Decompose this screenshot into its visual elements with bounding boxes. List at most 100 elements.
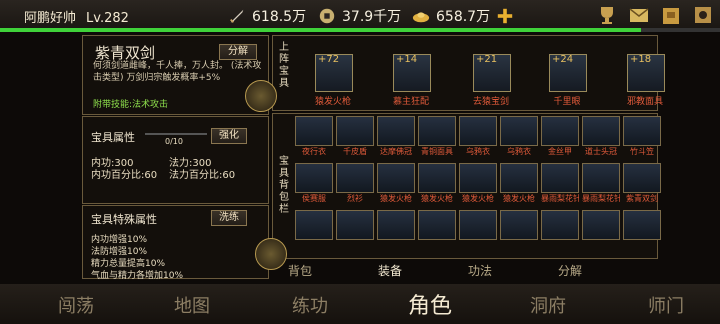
- bag-slot[interactable]: 竹斗笠: [623, 116, 661, 163]
- bag-slot[interactable]: [418, 210, 456, 257]
- bag-slot[interactable]: 侯赛服: [295, 163, 333, 210]
- sub-tabs: 背包 装备 功法 分解: [270, 262, 670, 278]
- enhance-level: +18: [630, 54, 652, 65]
- bag-slot[interactable]: 猿发火枪: [377, 163, 415, 210]
- equipped-slot[interactable]: +21: [473, 54, 511, 92]
- item-description: 何须剑道雌峰，千人捧，万人封。 (法术攻击类型) 万剑归宗触发概率+5%: [93, 61, 262, 83]
- equipped-slot[interactable]: +14: [393, 54, 431, 92]
- ingot-value: 658.7万: [436, 9, 491, 25]
- item-attribute-panel: 宝具属性 0/10 强化 内功:300 法力:300 内功百分比:60 法力百分…: [82, 116, 269, 204]
- tab-skills[interactable]: 功法: [468, 262, 492, 279]
- bag-slot[interactable]: 紫青双剑: [623, 163, 661, 210]
- bag-slot[interactable]: 猿发火枪: [418, 163, 456, 210]
- nav-character[interactable]: 角色: [400, 288, 460, 320]
- settings-icon[interactable]: [692, 4, 714, 26]
- bag-slot[interactable]: 暴雨梨花针: [582, 163, 620, 210]
- collapse-icon[interactable]: [245, 80, 277, 112]
- treasure-icon: [500, 210, 538, 240]
- bag-slot[interactable]: [459, 210, 497, 257]
- bag-slot[interactable]: 乌鸦衣: [500, 116, 538, 163]
- equipped-slot[interactable]: +24: [549, 54, 587, 92]
- equipped-slot[interactable]: +72: [315, 54, 353, 92]
- nav-map[interactable]: 地图: [162, 292, 222, 318]
- bag-slot[interactable]: 猿发火枪: [459, 163, 497, 210]
- bag-slot[interactable]: [295, 210, 333, 257]
- equipped-treasure-panel: 上阵宝具 +72 猿发火枪 +14 慕主狂配 +21 去猿宝剑 +24 千里眼 +18 邪教面具: [272, 35, 665, 111]
- coin-resource: 37.9千万: [318, 6, 401, 26]
- trophy-icon[interactable]: [596, 4, 618, 26]
- special-attribute-panel: 宝具特殊属性 洗练 内功增强10% 法防增强10% 精力总量提高10% 气血与精…: [82, 205, 269, 281]
- player-level: Lv.282: [86, 11, 129, 26]
- strengthen-progress-bar: [145, 133, 207, 135]
- tab-equipment[interactable]: 装备: [378, 262, 402, 279]
- plus-icon[interactable]: [496, 7, 514, 25]
- bag-slot[interactable]: [623, 210, 661, 257]
- attribute-title: 宝具属性: [91, 131, 135, 144]
- bag-slot[interactable]: 金丝甲: [541, 116, 579, 163]
- coin-icon: [319, 8, 335, 24]
- treasure-icon: [418, 210, 456, 240]
- bag-slot[interactable]: 夜行衣: [295, 116, 333, 163]
- equipped-slot[interactable]: +18: [627, 54, 665, 92]
- nav-cave[interactable]: 洞府: [518, 292, 578, 318]
- bag-slot[interactable]: 烈衫: [336, 163, 374, 210]
- bag-slot[interactable]: 猿发火枪: [500, 163, 538, 210]
- treasure-icon: [377, 210, 415, 240]
- treasure-icon: [582, 210, 620, 240]
- player-name: 阿鹏好帅: [24, 11, 77, 26]
- treasure-icon: [336, 163, 374, 193]
- treasure-icon: [295, 116, 333, 146]
- nav-sect[interactable]: 师门: [636, 292, 696, 318]
- bag-slot[interactable]: 乌鸦衣: [459, 116, 497, 163]
- nav-adventure[interactable]: 闯荡: [46, 292, 106, 318]
- bag-grid: 夜行衣 千皮盾 达摩佛冠 青铜面具 乌鸦衣 乌鸦衣 金丝甲 道士头冠 竹斗笠 侯赛服 烈衫 猿发火枪猿…: [295, 116, 661, 257]
- coin-value: 37.9千万: [342, 9, 402, 25]
- bag-item-name: 猿发火枪: [421, 194, 453, 203]
- item-skill: 附带技能:法术攻击: [93, 100, 169, 110]
- strengthen-button[interactable]: 强化: [211, 128, 247, 144]
- bag-slot[interactable]: [377, 210, 415, 257]
- bag-slot[interactable]: [336, 210, 374, 257]
- bag-item-name: 青铜面具: [421, 147, 453, 156]
- nav-training[interactable]: 练功: [280, 292, 340, 318]
- enhance-level: +24: [552, 54, 574, 65]
- bag-item-name: 暴雨梨花针: [541, 194, 579, 203]
- bag-item-name: 暴雨梨花针: [582, 194, 620, 203]
- equipped-item-name: 邪教面具: [626, 97, 663, 107]
- bag-slot[interactable]: [582, 210, 620, 257]
- power-value: 618.5万: [252, 9, 307, 25]
- bag-slot[interactable]: 达摩佛冠: [377, 116, 415, 163]
- top-icons: [596, 4, 714, 26]
- bag-item-name: 紫青双剑: [626, 194, 658, 203]
- treasure-icon: [336, 116, 374, 146]
- bag-item-name: 猿发火枪: [380, 194, 412, 203]
- treasure-icon: [500, 116, 538, 146]
- bag-slot[interactable]: 千皮盾: [336, 116, 374, 163]
- hp-bar-fill: [0, 28, 641, 32]
- enhance-level: +21: [476, 54, 498, 65]
- player-info[interactable]: 阿鹏好帅 Lv.282: [24, 7, 129, 26]
- bag-slot[interactable]: 暴雨梨花针: [541, 163, 579, 210]
- bag-slot[interactable]: 青铜面具: [418, 116, 456, 163]
- equipped-item-name: 慕主狂配: [392, 97, 429, 107]
- attr-fali-pct: 法力百分比:60: [169, 170, 236, 181]
- tab-bag[interactable]: 背包: [288, 262, 312, 279]
- treasure-icon: [377, 116, 415, 146]
- bag-slot[interactable]: [541, 210, 579, 257]
- tab-decompose[interactable]: 分解: [558, 262, 582, 279]
- treasure-icon: [541, 116, 579, 146]
- wash-button[interactable]: 洗练: [211, 210, 247, 226]
- bag-item-name: 烈衫: [347, 194, 363, 203]
- bag-slot[interactable]: 道士头冠: [582, 116, 620, 163]
- bag-slot[interactable]: [500, 210, 538, 257]
- mail-icon[interactable]: [628, 4, 650, 26]
- bag-icon[interactable]: [660, 4, 682, 26]
- decompose-button[interactable]: 分解: [219, 44, 257, 60]
- bag-item-name: 侯赛服: [302, 194, 326, 203]
- bag-item-name: 夜行衣: [302, 147, 326, 156]
- bag-item-name: 猿发火枪: [462, 194, 494, 203]
- special-line: 内功增强10%: [91, 235, 148, 245]
- bag-item-name: 乌鸦衣: [466, 147, 490, 156]
- treasure-icon: [336, 210, 374, 240]
- treasure-icon: [500, 163, 538, 193]
